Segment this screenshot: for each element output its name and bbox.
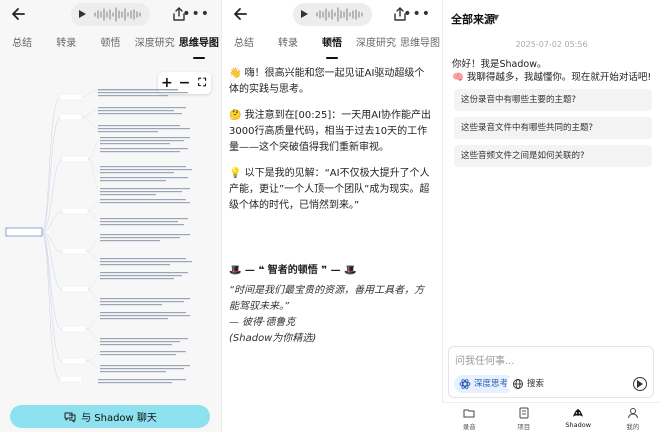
tab-insight[interactable]: 顿悟 <box>88 33 132 59</box>
document-icon <box>519 407 529 419</box>
mindmap-leaf-text <box>98 89 192 384</box>
tab-mindmap[interactable]: 思维导图 <box>398 33 442 59</box>
suggestion-chip[interactable]: 这份录音中有哪些主要的主题? <box>454 89 652 111</box>
greeting-paragraph: 👋 嗨！很高兴能和您一起见证AI驱动超级个体的实践与思考。 <box>229 68 425 95</box>
chevron-down-icon[interactable]: ▼ <box>493 13 499 22</box>
tab-transcript[interactable]: 转录 <box>266 33 310 59</box>
tab-deep-research[interactable]: 深度研究 <box>354 33 398 59</box>
nav-label: 我的 <box>626 423 640 431</box>
deep-think-toggle[interactable]: 深度思考 <box>454 375 516 393</box>
web-search-toggle[interactable]: 搜索 <box>507 375 552 393</box>
nav-profile[interactable]: 我的 <box>606 403 660 432</box>
nav-projects[interactable]: 项目 <box>497 403 552 432</box>
bottom-nav: 录音 项目 Shadow 我的 <box>442 402 660 432</box>
nav-label: 录音 <box>462 423 476 431</box>
chat-button-label: 与 Shadow 聊天 <box>81 413 157 424</box>
tab-bar: 总结 转录 顿悟 深度研究 思维导图 <box>222 33 442 59</box>
chat-input-box: 问我任何事... 深度思考 搜索 <box>448 346 654 398</box>
play-icon[interactable] <box>301 10 308 18</box>
more-icon[interactable]: ••• <box>182 7 210 21</box>
tab-insight[interactable]: 顿悟 <box>310 33 354 59</box>
waveform-icon <box>94 7 141 22</box>
tab-summary[interactable]: 总结 <box>222 33 266 59</box>
mindmap-panel: ••• 总结 转录 顿悟 深度研究 思维导图 + − ⛶ 与 Shadow 聊天 <box>0 0 221 432</box>
greeting-line-2: 🧠 我聊得越多，我越懂你。现在就开始对话吧! <box>452 72 652 83</box>
tab-deep-research[interactable]: 深度研究 <box>133 33 177 59</box>
suggestion-chip[interactable]: 这些音频文件之间是如何关联的? <box>454 145 652 167</box>
wisdom-section-title: 🎩 — ❝ 智者的顿悟 ❞ — 🎩 <box>229 265 357 276</box>
quote-source: (Shadow为你精选) <box>229 333 317 344</box>
greeting-line-1: 你好！我是Shadow。 <box>452 59 547 70</box>
mindmap-branch-nodes <box>59 93 89 383</box>
top-bar: ••• <box>222 0 442 32</box>
source-selector[interactable]: 全部来源 <box>451 11 495 27</box>
tab-mindmap[interactable]: 思维导图 <box>177 33 221 59</box>
nav-label: 项目 <box>517 423 531 431</box>
audio-player[interactable] <box>71 3 150 26</box>
top-bar: ••• <box>0 0 221 32</box>
suggestion-chip[interactable]: 这些录音文件中有哪些共同的主题? <box>454 117 652 139</box>
chat-input[interactable]: 问我任何事... <box>455 352 515 367</box>
more-icon[interactable]: ••• <box>403 7 431 21</box>
chat-bubble-icon <box>64 412 76 422</box>
waveform-icon <box>316 7 363 22</box>
tab-summary[interactable]: 总结 <box>0 33 44 59</box>
user-icon <box>627 408 638 419</box>
send-icon[interactable] <box>633 377 647 391</box>
chat-timestamp: 2025-07-02 05:56 <box>515 40 588 49</box>
mindmap-root-node <box>5 227 43 237</box>
quote-author: — 彼得·德鲁克 <box>229 317 296 328</box>
back-arrow-icon[interactable] <box>10 6 26 22</box>
shadow-logo-icon <box>573 409 584 417</box>
insight-paragraph: 💡 以下是我的见解：“AI不仅极大提升了个人产能，更让”一个人顶一个团队”成为现… <box>229 168 430 211</box>
nav-shadow[interactable]: Shadow <box>551 403 606 432</box>
mindmap-canvas[interactable] <box>0 62 221 397</box>
back-arrow-icon[interactable] <box>232 6 248 22</box>
insight-article: 👋 嗨！很高兴能和您一起见证AI驱动超级个体的实践与思考。 🤔 我注意到在[00… <box>229 66 434 224</box>
assistant-greeting: 你好！我是Shadow。 🧠 我聊得越多，我越懂你。现在就开始对话吧! <box>452 58 651 84</box>
atom-icon <box>459 379 471 389</box>
search-label: 搜索 <box>527 379 545 389</box>
nav-label: Shadow <box>565 421 592 429</box>
quote-text: “时间是我们最宝贵的资源，善用工具者，方能驾驭未来。” <box>229 285 425 312</box>
globe-icon <box>513 379 523 389</box>
folder-icon <box>463 409 475 418</box>
deep-think-label: 深度思考 <box>474 379 509 389</box>
chat-with-shadow-button[interactable]: 与 Shadow 聊天 <box>10 405 210 428</box>
insight-panel: ••• 总结 转录 顿悟 深度研究 思维导图 👋 嗨！很高兴能和您一起见证AI驱… <box>221 0 442 432</box>
audio-player[interactable] <box>293 3 372 26</box>
tab-bar: 总结 转录 顿悟 深度研究 思维导图 <box>0 33 221 59</box>
observation-paragraph: 🤔 我注意到在[00:25]：一天用AI协作能产出3000行高质量代码，相当于过… <box>229 110 432 153</box>
play-icon[interactable] <box>79 10 86 18</box>
tab-transcript[interactable]: 转录 <box>44 33 88 59</box>
nav-recordings[interactable]: 录音 <box>442 403 497 432</box>
wisdom-quote: “时间是我们最宝贵的资源，善用工具者，方能驾驭未来。” — 彼得·德鲁克 (Sh… <box>229 283 434 347</box>
